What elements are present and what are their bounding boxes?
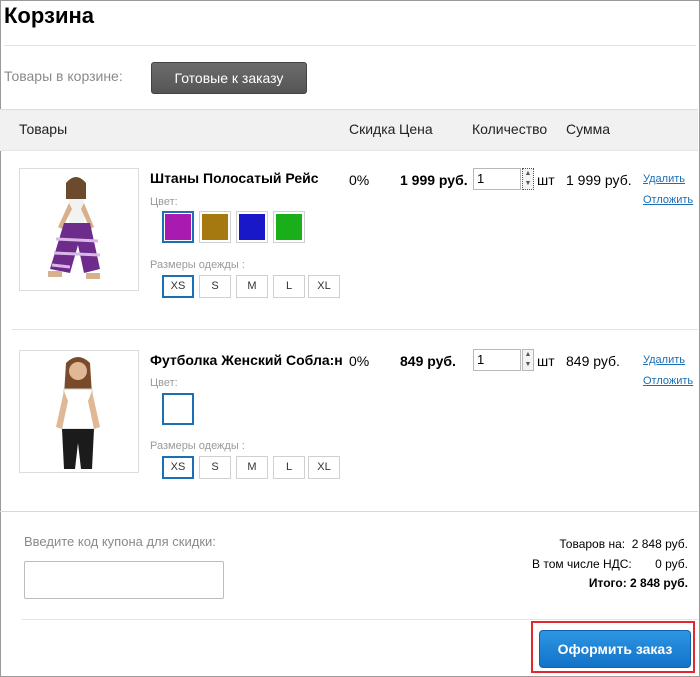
quantity-stepper[interactable]: ▲ ▼ — [522, 168, 534, 190]
discount-value: 0% — [349, 353, 370, 369]
cart-item-row: Футболка Женский Собла:н Цвет: Размеры о… — [0, 332, 698, 510]
discount-value: 0% — [349, 172, 370, 188]
quantity-stepper[interactable]: ▲ ▼ — [522, 349, 534, 371]
item-divider — [12, 329, 698, 330]
goods-total-line: Товаров на: 2 848 руб. — [559, 537, 688, 551]
unit-label: шт — [537, 353, 555, 369]
delete-link[interactable]: Удалить — [643, 354, 685, 366]
vat-label: В том числе НДС: — [532, 557, 632, 571]
sizes-label: Размеры одежды : — [150, 440, 245, 452]
ready-to-order-tab[interactable]: Готовые к заказу — [151, 62, 307, 94]
swatch-fill — [239, 214, 265, 240]
grand-total-value: 2 848 руб. — [630, 576, 688, 590]
coupon-input[interactable] — [24, 561, 224, 599]
size-option-m[interactable]: M — [236, 275, 268, 298]
header-sum: Сумма — [566, 121, 610, 137]
size-option-s[interactable]: S — [199, 456, 231, 479]
header-price: Цена — [399, 121, 433, 137]
header-quantity: Количество — [472, 121, 548, 137]
title-divider — [4, 45, 696, 46]
swatch-fill — [165, 396, 191, 422]
size-option-xs[interactable]: XS — [162, 456, 194, 479]
vat-line: В том числе НДС: 0 руб. — [532, 557, 688, 571]
size-option-m[interactable]: M — [236, 456, 268, 479]
swatch-fill — [165, 214, 191, 240]
sizes-label: Размеры одежды : — [150, 259, 245, 271]
size-option-l[interactable]: L — [273, 275, 305, 298]
color-swatch[interactable] — [162, 393, 194, 425]
color-swatch[interactable] — [273, 211, 305, 243]
product-name[interactable]: Штаны Полосатый Рейс — [150, 170, 345, 186]
size-option-xl[interactable]: XL — [308, 275, 340, 298]
summary-divider — [0, 511, 698, 512]
swatch-fill — [276, 214, 302, 240]
postpone-link[interactable]: Отложить — [643, 194, 693, 206]
quantity-input[interactable]: 1 — [473, 349, 521, 371]
cart-item-row: Штаны Полосатый Рейс Цвет: Размеры одежд… — [0, 150, 698, 328]
product-image[interactable] — [19, 350, 139, 473]
color-label: Цвет: — [150, 377, 178, 389]
footer-divider — [22, 619, 698, 620]
color-swatch[interactable] — [236, 211, 268, 243]
sum-value: 849 руб. — [566, 353, 620, 369]
checkout-button[interactable]: Оформить заказ — [539, 630, 691, 668]
color-swatch[interactable] — [162, 211, 194, 243]
postpone-link[interactable]: Отложить — [643, 375, 693, 387]
goods-total-label: Товаров на: — [559, 537, 626, 551]
quantity-input[interactable]: 1 — [473, 168, 521, 190]
header-discount: Скидка — [349, 121, 396, 137]
sum-value: 1 999 руб. — [566, 172, 632, 188]
page-title: Корзина — [4, 3, 94, 28]
price-value: 1 999 руб. — [400, 172, 468, 188]
product-name[interactable]: Футболка Женский Собла:н — [150, 352, 345, 368]
product-image[interactable] — [19, 168, 139, 291]
delete-link[interactable]: Удалить — [643, 173, 685, 185]
price-value: 849 руб. — [400, 353, 456, 369]
size-option-xl[interactable]: XL — [308, 456, 340, 479]
color-label: Цвет: — [150, 196, 178, 208]
cart-filter-label: Товары в корзине: — [4, 68, 123, 84]
vat-value: 0 руб. — [655, 557, 688, 571]
grand-total-label: Итого: — [588, 576, 627, 590]
size-option-xs[interactable]: XS — [162, 275, 194, 298]
unit-label: шт — [537, 172, 555, 188]
coupon-label: Введите код купона для скидки: — [24, 534, 216, 549]
color-swatch[interactable] — [199, 211, 231, 243]
grand-total-line: Итого: 2 848 руб. — [589, 576, 688, 590]
goods-total-value: 2 848 руб. — [631, 537, 688, 551]
swatch-fill — [202, 214, 228, 240]
size-option-l[interactable]: L — [273, 456, 305, 479]
header-products: Товары — [19, 121, 68, 137]
size-option-s[interactable]: S — [199, 275, 231, 298]
